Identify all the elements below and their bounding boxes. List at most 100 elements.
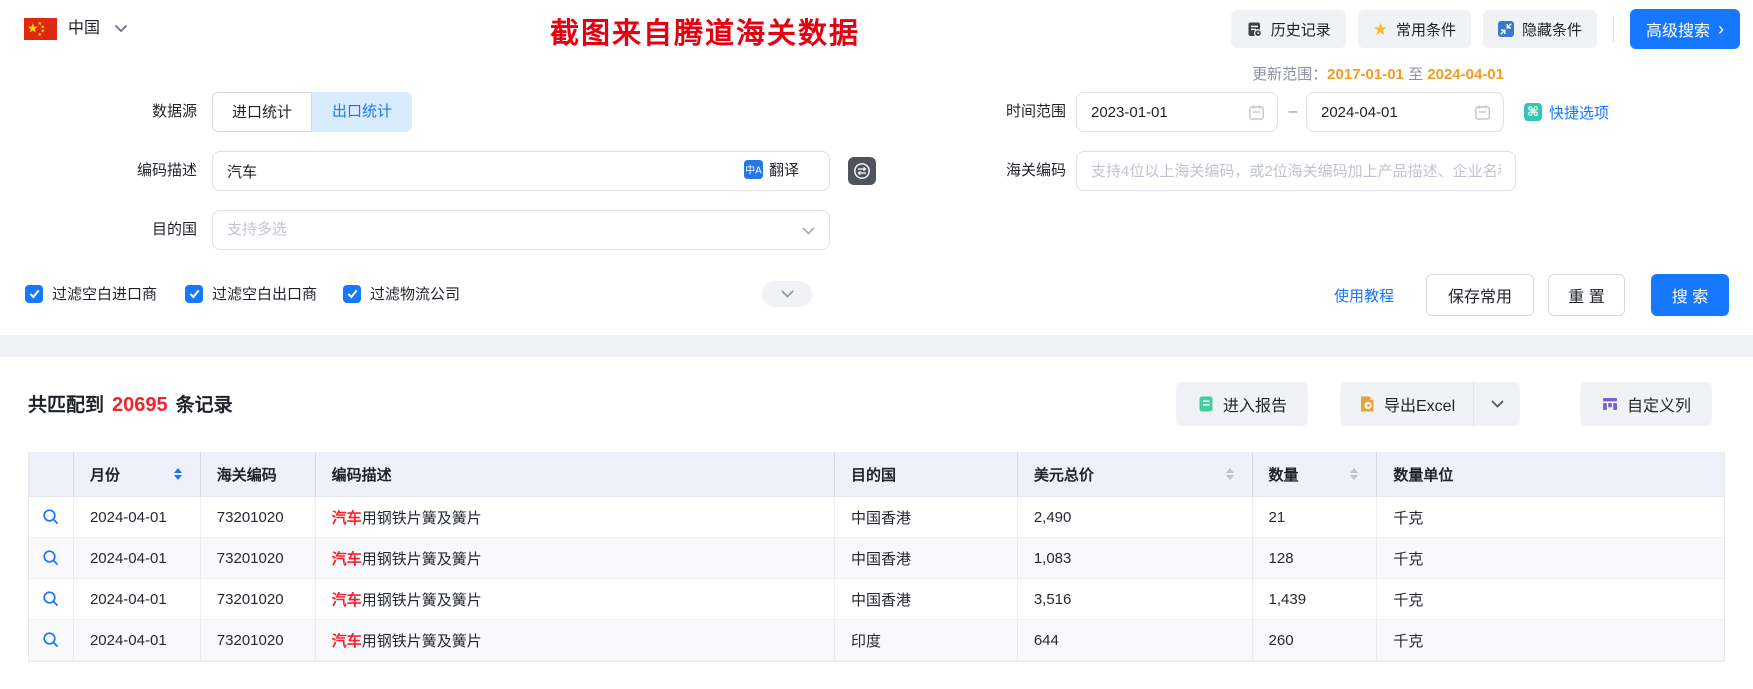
tab-export-stats[interactable]: 出口统计 xyxy=(312,92,412,132)
collapse-panel-button[interactable] xyxy=(762,281,812,307)
favorites-label: 常用条件 xyxy=(1395,21,1456,39)
arrow-right-icon: › xyxy=(1718,19,1724,39)
chevron-down-icon[interactable] xyxy=(114,24,128,33)
update-to-text: 至 xyxy=(1408,66,1424,83)
cell-destination: 中国香港 xyxy=(835,497,1018,537)
header-destination: 目的国 xyxy=(835,452,1018,496)
enter-report-button[interactable]: 进入报告 xyxy=(1176,382,1308,426)
filter-label: 过滤空白进口商 xyxy=(52,286,158,303)
advanced-search-button[interactable]: 高级搜索 › xyxy=(1629,9,1740,49)
table-header-row: 月份 海关编码 编码描述 目的国 美元总价 数量 数量单位 xyxy=(29,452,1724,497)
checkbox-checked-icon xyxy=(25,284,43,303)
time-range-label: 时间范围 xyxy=(1005,103,1066,120)
destination-country-label: 目的国 xyxy=(151,221,197,238)
translate-button[interactable]: 中A 翻译 xyxy=(744,159,799,180)
header-hs-code: 海关编码 xyxy=(201,452,316,496)
sort-quantity-control[interactable] xyxy=(1350,468,1359,480)
header-label: 数量 xyxy=(1268,466,1299,484)
customize-columns-button[interactable]: 自定义列 xyxy=(1580,382,1712,426)
tab-import-stats[interactable]: 进口统计 xyxy=(212,92,312,132)
cell-usd: 1,083 xyxy=(1018,538,1253,578)
cell-unit: 千克 xyxy=(1393,509,1424,527)
export-excel-group: 导出Excel xyxy=(1340,382,1521,426)
description-text: 用钢铁片簧及簧片 xyxy=(361,509,482,527)
reset-button[interactable]: 重 置 xyxy=(1548,274,1625,316)
search-panel: 更新范围：2017-01-01 至 2024-04-01 数据源 进口统计 出口… xyxy=(0,58,1753,335)
tendata-customs-search-page: ★ ★ ★ ★ ★ 中国 截图来自腾道海关数据 历史记录 ★ 常用条件 隐藏条件… xyxy=(0,0,1753,689)
cell-description: 汽车 用钢铁片簧及簧片 xyxy=(316,620,836,660)
description-text: 用钢铁片簧及簧片 xyxy=(361,550,482,568)
chevron-down-icon xyxy=(1491,400,1504,408)
export-options-dropdown[interactable] xyxy=(1473,382,1520,426)
update-end-date: 2024-04-01 xyxy=(1427,66,1504,83)
cell-hs-code: 73201020 xyxy=(201,538,316,578)
search-button[interactable]: 搜 索 xyxy=(1651,274,1729,316)
header-label: 月份 xyxy=(89,466,120,484)
keyword-highlight: 汽车 xyxy=(331,509,362,527)
header-label: 数量单位 xyxy=(1393,466,1454,484)
count-prefix: 共匹配到 xyxy=(28,395,105,416)
sort-month-control[interactable] xyxy=(173,468,182,480)
magnifier-icon[interactable] xyxy=(42,590,60,608)
cell-quantity: 21 xyxy=(1253,497,1378,537)
exchange-icon[interactable] xyxy=(848,157,876,185)
country-selector[interactable]: 中国 xyxy=(68,16,100,42)
tutorial-link[interactable]: 使用教程 xyxy=(1334,285,1394,306)
filter-label: 过滤空白出口商 xyxy=(212,286,318,303)
collapse-icon xyxy=(1497,21,1514,37)
history-button[interactable]: 历史记录 xyxy=(1230,10,1346,48)
header-quantity: 数量 xyxy=(1253,452,1378,496)
table-row: 2024-04-01 73201020 汽车 用钢铁片簧及簧片 中国香港 3,51… xyxy=(29,579,1724,620)
end-date-input[interactable] xyxy=(1306,92,1504,132)
hs-code-input[interactable] xyxy=(1076,151,1516,191)
update-range-label: 更新范围： xyxy=(1252,66,1328,83)
destination-country-select[interactable]: 支持多选 xyxy=(212,210,830,250)
table-row: 2024-04-01 73201020 汽车 用钢铁片簧及簧片 中国香港 1,08… xyxy=(29,538,1724,579)
excel-icon xyxy=(1361,396,1374,412)
cell-unit: 千克 xyxy=(1393,632,1424,650)
magnifier-icon[interactable] xyxy=(42,549,60,567)
code-description-input[interactable] xyxy=(212,151,830,191)
update-range: 更新范围：2017-01-01 至 2024-04-01 xyxy=(1252,63,1504,84)
topbar: ★ ★ ★ ★ ★ 中国 截图来自腾道海关数据 历史记录 ★ 常用条件 隐藏条件… xyxy=(0,0,1753,59)
filter-logistics-checkbox[interactable]: 过滤物流公司 xyxy=(343,283,460,304)
command-icon: ⌘ xyxy=(1524,103,1542,121)
advanced-search-label: 高级搜索 xyxy=(1645,23,1710,40)
enter-report-label: 进入报告 xyxy=(1222,398,1287,415)
count-suffix: 条记录 xyxy=(175,395,233,416)
header-label: 海关编码 xyxy=(216,466,277,484)
magnifier-icon[interactable] xyxy=(42,508,60,526)
start-date-input[interactable] xyxy=(1076,92,1278,132)
svg-text:★: ★ xyxy=(38,32,43,38)
cell-description: 汽车 用钢铁片簧及簧片 xyxy=(316,579,836,619)
description-text: 用钢铁片簧及簧片 xyxy=(361,632,482,650)
date-range-separator: – xyxy=(1288,103,1298,120)
header-detail-column xyxy=(29,452,74,496)
data-source-tabs: 进口统计 出口统计 xyxy=(212,92,412,132)
count-number: 20695 xyxy=(112,394,168,416)
favorites-button[interactable]: ★ 常用条件 xyxy=(1357,10,1471,48)
filter-blank-exporter-checkbox[interactable]: 过滤空白出口商 xyxy=(185,283,317,304)
quick-options-button[interactable]: ⌘ 快捷选项 xyxy=(1524,92,1609,132)
magnifier-icon[interactable] xyxy=(42,631,60,649)
table-row: 2024-04-01 73201020 汽车 用钢铁片簧及簧片 印度 644 26… xyxy=(29,620,1724,661)
header-quantity-unit: 数量单位 xyxy=(1377,452,1724,496)
data-source-label: 数据源 xyxy=(151,103,197,120)
cell-unit: 千克 xyxy=(1393,550,1424,568)
translate-icon: 中A xyxy=(744,160,763,179)
header-month: 月份 xyxy=(74,452,201,496)
cell-month: 2024-04-01 xyxy=(74,620,201,660)
cell-hs-code: 73201020 xyxy=(201,497,316,537)
header-label: 编码描述 xyxy=(331,466,392,484)
table-row: 2024-04-01 73201020 汽车 用钢铁片簧及簧片 中国香港 2,49… xyxy=(29,497,1724,538)
chevron-down-icon xyxy=(802,227,815,235)
save-conditions-button[interactable]: 保存常用 xyxy=(1426,274,1534,316)
filter-blank-importer-checkbox[interactable]: 过滤空白进口商 xyxy=(25,283,157,304)
hide-conditions-button[interactable]: 隐藏条件 xyxy=(1482,10,1597,48)
sort-usd-control[interactable] xyxy=(1225,468,1234,480)
cell-destination: 中国香港 xyxy=(835,579,1018,619)
code-description-label: 编码描述 xyxy=(136,162,197,179)
star-icon: ★ xyxy=(1372,19,1388,39)
cell-month: 2024-04-01 xyxy=(74,538,201,578)
export-excel-button[interactable]: 导出Excel xyxy=(1340,382,1473,426)
